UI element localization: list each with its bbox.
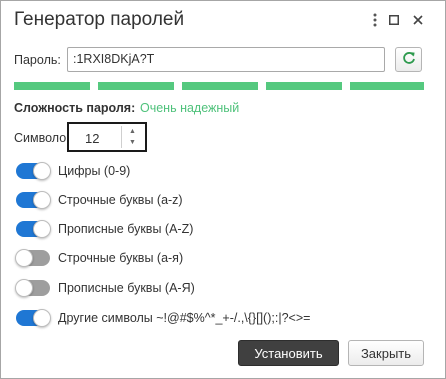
password-generator-window: Генератор паролей Пароль: :1RXI8DKjA?T С…	[0, 0, 446, 379]
strength-value: Очень надежный	[140, 101, 240, 115]
option-label: Другие символы ~!@#$%^*_+-/.,\{}[]();:|?…	[58, 311, 311, 325]
toggle-switch[interactable]	[16, 162, 51, 180]
toggle-switch[interactable]	[15, 279, 50, 297]
strength-bar-segment	[14, 82, 90, 90]
strength-bar-segment	[182, 82, 258, 90]
strength-label: Сложность пароля:	[14, 101, 136, 115]
toggle-switch[interactable]	[16, 220, 51, 238]
toggle-knob	[33, 220, 51, 238]
option-label: Строчные буквы (а-я)	[58, 251, 184, 265]
toggle-knob	[33, 162, 51, 180]
option-label: Цифры (0-9)	[58, 164, 131, 178]
length-stepper[interactable]: 12 ▲ ▼	[67, 122, 147, 152]
strength-bar-segment	[98, 82, 174, 90]
toggle-knob	[33, 191, 51, 209]
toggle-knob	[15, 279, 33, 297]
decrement-icon[interactable]: ▼	[122, 137, 143, 148]
toggle-switch[interactable]	[16, 191, 51, 209]
strength-bar-segment	[266, 82, 342, 90]
password-label: Пароль:	[14, 53, 61, 67]
increment-icon[interactable]: ▲	[122, 126, 143, 137]
option-label: Строчные буквы (a-z)	[58, 193, 183, 207]
option-label: Прописные буквы (A-Z)	[58, 222, 194, 236]
option-label: Прописные буквы (А-Я)	[58, 281, 195, 295]
toggle-knob	[15, 249, 33, 267]
close-button[interactable]: Закрыть	[348, 340, 424, 366]
stepper-buttons: ▲ ▼	[121, 126, 143, 148]
refresh-button[interactable]	[395, 47, 422, 72]
toggle-switch[interactable]	[16, 309, 51, 327]
length-value: 12	[85, 131, 100, 146]
window-title: Генератор паролей	[14, 9, 185, 30]
refresh-icon	[402, 51, 416, 68]
strength-bar-segment	[350, 82, 424, 90]
set-button[interactable]: Установить	[238, 340, 339, 366]
close-icon[interactable]	[406, 8, 430, 32]
toggle-switch[interactable]	[15, 249, 50, 267]
maximize-icon[interactable]	[382, 8, 406, 32]
password-field[interactable]: :1RXI8DKjA?T	[67, 47, 385, 72]
toggle-knob	[33, 309, 51, 327]
